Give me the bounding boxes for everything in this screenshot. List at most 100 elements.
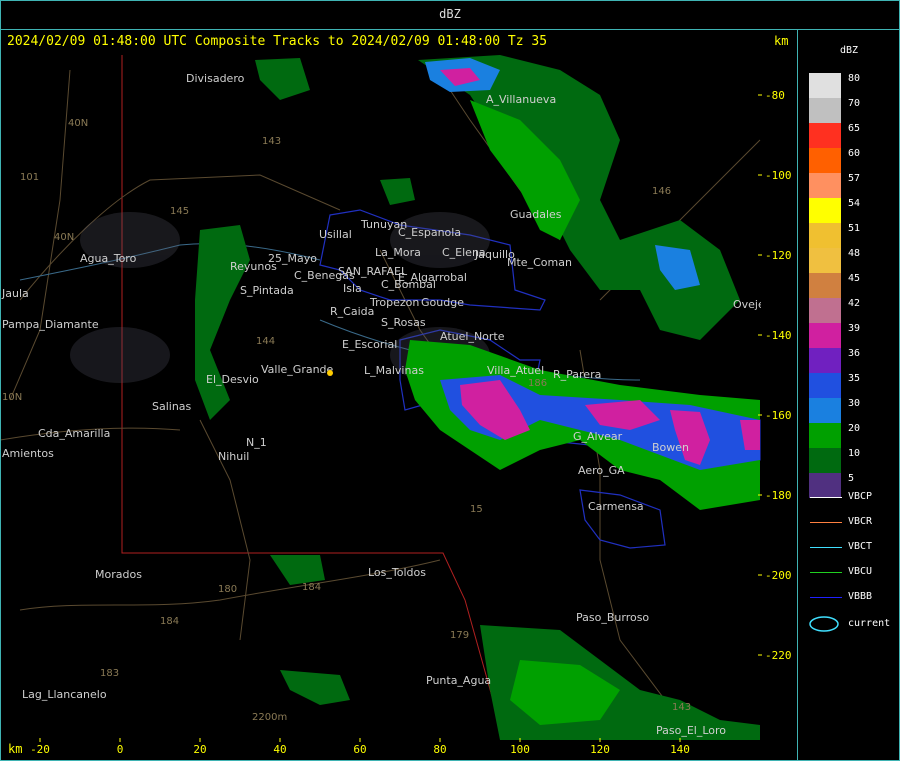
- track-arrow-icon: [810, 597, 842, 598]
- legend-value: 30: [848, 398, 861, 409]
- legend-value: 57: [848, 173, 861, 184]
- place-label: S_Rosas: [381, 316, 426, 329]
- place-label: Ovejeria: [733, 298, 779, 311]
- legend-swatch: [809, 73, 841, 98]
- storm-marker[interactable]: [327, 370, 333, 376]
- legend-value: 60: [848, 148, 861, 159]
- legend-value: 39: [848, 323, 861, 334]
- legend-swatch: [809, 323, 841, 348]
- road-label: 180: [218, 584, 237, 595]
- x-tick-label: 40: [273, 743, 286, 756]
- road-label: 101: [20, 172, 39, 183]
- place-label: Atuel_Norte: [440, 330, 505, 343]
- place-label: S_Pintada: [240, 284, 294, 297]
- radar-map[interactable]: Divisadero A_Villanueva Guadales Usillal…: [0, 0, 900, 761]
- y-tick-label: -160: [765, 409, 792, 422]
- track-label: VBBB: [848, 591, 873, 602]
- legend-value: 45: [848, 273, 861, 284]
- road-label: 186: [528, 378, 547, 389]
- place-label: 25_Mayo: [268, 252, 317, 265]
- track-arrow-icon: [810, 547, 842, 548]
- x-axis: -20 0 20 40 60 80 100 120 140: [30, 738, 690, 756]
- x-tick-label: 100: [510, 743, 530, 756]
- road-label: 2200m: [252, 712, 287, 723]
- track-arrow-icon: [810, 522, 842, 523]
- road-label: 184: [302, 582, 321, 593]
- y-tick-label: -80: [765, 89, 785, 102]
- place-label: Isla: [343, 282, 362, 295]
- current-ellipse-icon: [809, 616, 839, 632]
- place-label: R_Parera: [553, 368, 601, 381]
- legend-value: 42: [848, 298, 861, 309]
- place-label: Jaula: [1, 287, 29, 300]
- legend-swatch: [809, 248, 841, 273]
- legend-swatch: [809, 273, 841, 298]
- track-label: VBCT: [848, 541, 873, 552]
- x-tick-label: 0: [117, 743, 124, 756]
- road-label: 146: [652, 186, 671, 197]
- x-tick-label: 20: [193, 743, 206, 756]
- place-label: La_Mora: [375, 246, 421, 259]
- place-label: A_Villanueva: [486, 93, 556, 106]
- legend-swatch: [809, 98, 841, 123]
- x-tick-label: 120: [590, 743, 610, 756]
- legend-swatch: [809, 448, 841, 473]
- y-tick-label: -140: [765, 329, 792, 342]
- x-tick-label: -20: [30, 743, 50, 756]
- legend-value: 36: [848, 348, 861, 359]
- map-layer: Divisadero A_Villanueva Guadales Usillal…: [1, 55, 779, 740]
- place-label: Usillal: [319, 228, 352, 241]
- legend-value: 10: [848, 448, 861, 459]
- place-label: Agua_Toro: [80, 252, 137, 265]
- road-label: 184: [160, 616, 179, 627]
- road-label: 40N: [54, 232, 74, 243]
- place-label: G_Alvear: [573, 430, 623, 443]
- legend-swatch: [809, 298, 841, 323]
- place-label: Paso_El_Loro: [656, 724, 726, 737]
- place-label: Nihuil: [218, 450, 249, 463]
- place-label: El_Desvio: [206, 373, 259, 386]
- place-label: Lag_Llancanelo: [22, 688, 107, 701]
- place-label: Mte_Coman: [507, 256, 572, 269]
- road-label: 145: [170, 206, 189, 217]
- road-label: 183: [100, 668, 119, 679]
- legend-swatch: [809, 123, 841, 148]
- legend-swatch: [809, 198, 841, 223]
- place-label: N_1: [246, 436, 267, 449]
- legend-swatch: [809, 423, 841, 448]
- legend-value: 35: [848, 373, 861, 384]
- road-label: 40N: [68, 118, 88, 129]
- legend-value: 54: [848, 198, 861, 209]
- y-tick-label: -120: [765, 249, 792, 262]
- road-label: 143: [672, 702, 691, 713]
- place-label: Villa_Atuel: [487, 364, 544, 377]
- track-label: VBCU: [848, 566, 873, 577]
- track-arrow-icon: [810, 572, 842, 573]
- road-label: 179: [450, 630, 469, 641]
- legend-value: 70: [848, 98, 861, 109]
- legend-value: 20: [848, 423, 861, 434]
- road-label: 15: [470, 504, 483, 515]
- place-label: Aero_GA: [578, 464, 625, 477]
- place-label: L_Malvinas: [364, 364, 424, 377]
- legend-value: 48: [848, 248, 861, 259]
- legend-swatch: [809, 398, 841, 423]
- y-tick-label: -220: [765, 649, 792, 662]
- place-label: Valle_Grande: [261, 363, 334, 376]
- legend-value: 5: [848, 473, 855, 484]
- legend-swatch: [809, 223, 841, 248]
- legend-swatch: [809, 473, 841, 498]
- x-axis-unit: km: [8, 742, 23, 756]
- legend-swatch: [809, 348, 841, 373]
- legend-title: dBZ: [840, 45, 859, 56]
- road-label: 10N: [2, 392, 22, 403]
- place-label: Divisadero: [186, 72, 245, 85]
- track-label: VBCP: [848, 491, 873, 502]
- place-label: Morados: [95, 568, 142, 581]
- place-label: Salinas: [152, 400, 192, 413]
- place-label: E_Escorial: [342, 338, 397, 351]
- place-label: Amientos: [2, 447, 54, 460]
- x-tick-label: 80: [433, 743, 446, 756]
- place-label: Guadales: [510, 208, 562, 221]
- x-tick-label: 60: [353, 743, 366, 756]
